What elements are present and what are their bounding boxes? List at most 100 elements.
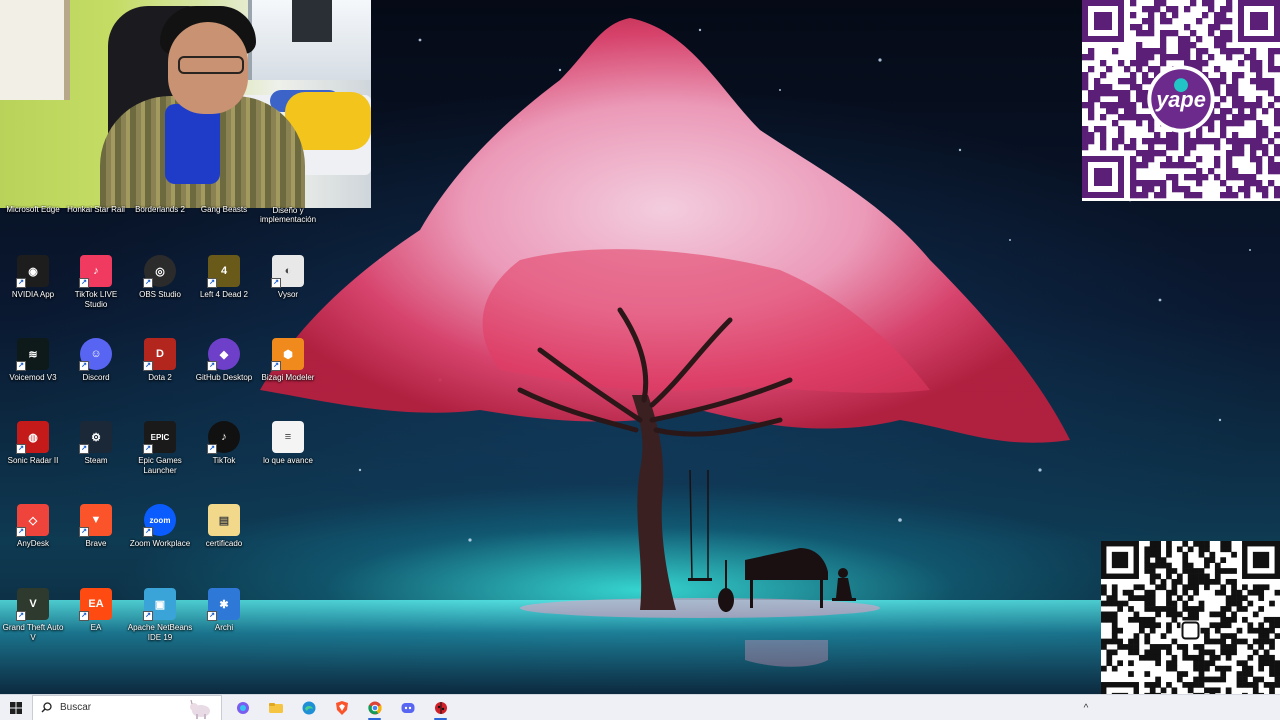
desktop-icon[interactable]: EPIC ↗ Epic Games Launcher [127,421,193,475]
chrome-icon [367,701,382,714]
desktop-icon-label: AnyDesk [16,539,49,548]
desktop: Microsoft Edge Honkai Star Rail Borderla… [0,0,1280,694]
desktop-icon[interactable]: ▤ certificado [191,504,257,549]
desktop-icon-label[interactable]: Diseño y implementación [255,206,321,224]
nvidia-icon: ◉ ↗ [16,255,49,288]
desktop-icon[interactable]: ◆ ↗ GitHub Desktop [191,338,257,383]
shortcut-arrow-icon: ↗ [143,527,153,537]
folder-icon [268,702,283,713]
desktop-icon[interactable]: ◐ ↗ Vysor [255,255,321,300]
ea-icon: EA ↗ [79,588,112,621]
desktop-icon[interactable]: ◎ ↗ OBS Studio [127,255,193,300]
desktop-icon-label: certificado [205,539,243,548]
taskbar-app-other[interactable] [424,695,457,720]
search-placeholder: Buscar [60,702,92,713]
desktop-icon-label: Steam [84,456,108,465]
windows-icon [10,701,22,714]
desktop-icon-label: Epic Games Launcher [138,456,182,475]
desktop-icon[interactable]: 4 ↗ Left 4 Dead 2 [191,255,257,300]
bizagi-icon: ⬢ ↗ [271,338,304,371]
desktop-icon-label[interactable]: Borderlands 2 [127,205,193,214]
desktop-icon[interactable]: ◇ ↗ AnyDesk [0,504,66,549]
voicemod-icon: ≋ ↗ [16,338,49,371]
taskbar-app-edge[interactable] [292,695,325,720]
shortcut-arrow-icon: ↗ [79,444,89,454]
taskbar-apps [226,695,457,720]
ladybug-icon [434,701,447,714]
zoom-icon: zoom ↗ [143,504,176,537]
gta5-icon: V ↗ [16,588,49,621]
taskbar-app-chrome[interactable] [358,695,391,720]
desktop-icon-label: Left 4 Dead 2 [199,290,249,299]
discord-icon [401,702,414,713]
desktop-icon[interactable]: ⚙ ↗ Steam [63,421,129,466]
shortcut-arrow-icon: ↗ [143,611,153,621]
sonic-radar-icon: ◍ ↗ [16,421,49,454]
shortcut-arrow-icon: ↗ [79,611,89,621]
desktop-icon[interactable]: ♪ ↗ TikTok [191,421,257,466]
desktop-icon-label: NVIDIA App [11,290,55,299]
shortcut-arrow-icon: ↗ [16,444,26,454]
desktop-icon[interactable]: D ↗ Dota 2 [127,338,193,383]
webcam-overlay [0,0,371,208]
archi-icon: ✱ ↗ [207,588,240,621]
desktop-icon-label: Apache NetBeans IDE 19 [127,623,193,642]
steam-icon: ⚙ ↗ [79,421,112,454]
desktop-icon[interactable]: ☺ ↗ Discord [63,338,129,383]
discord-icon: ☺ ↗ [79,338,112,371]
shortcut-arrow-icon: ↗ [207,444,217,454]
taskbar: Buscar ^ [0,694,1280,720]
netbeans-icon: ▣ ↗ [143,588,176,621]
desktop-icon[interactable]: ◍ ↗ Sonic Radar II [0,421,66,466]
epic-games-icon: EPIC ↗ [143,421,176,454]
github-desktop-icon: ◆ ↗ [207,338,240,371]
desktop-icon[interactable]: ▣ ↗ Apache NetBeans IDE 19 [127,588,193,642]
desktop-icon-label: Discord [82,373,110,382]
desktop-icon-label: Brave [85,539,107,548]
shortcut-arrow-icon: ↗ [143,278,153,288]
shortcut-arrow-icon: ↗ [271,361,281,371]
desktop-icon-label: Archi [214,623,234,632]
desktop-icon-label: TikTok LIVE Studio [74,290,118,309]
shortcut-arrow-icon: ↗ [16,278,26,288]
certificate-file-icon: ▤ [208,504,240,536]
desktop-icon[interactable]: ▼ ↗ Brave [63,504,129,549]
shortcut-arrow-icon: ↗ [271,278,281,288]
copilot-icon [236,701,249,714]
desktop-icon[interactable]: ◉ ↗ NVIDIA App [0,255,66,300]
taskbar-app-brave[interactable] [325,695,358,720]
taskbar-search-box[interactable]: Buscar [32,694,222,720]
tray-chevron-up-icon[interactable]: ^ [1078,695,1094,720]
desktop-icon[interactable]: ⬢ ↗ Bizagi Modeler [255,338,321,383]
search-icon [41,702,52,713]
taskbar-app-discord[interactable] [391,695,424,720]
desktop-icon[interactable]: V ↗ Grand Theft Auto V [0,588,66,642]
desktop-icon[interactable]: EA ↗ EA [63,588,129,633]
vysor-icon: ◐ ↗ [271,255,304,288]
desktop-icon-label: Sonic Radar II [7,456,59,465]
desktop-icon-label: GitHub Desktop [195,373,253,382]
desktop-icon-label[interactable]: Microsoft Edge [0,205,66,214]
desktop-icon-label: Grand Theft Auto V [2,623,64,642]
desktop-icon-label[interactable]: Honkai Star Rail [63,205,129,214]
shortcut-arrow-icon: ↗ [16,527,26,537]
shortcut-arrow-icon: ↗ [207,611,217,621]
desktop-icon-label[interactable]: Gang Beasts [191,205,257,214]
taskbar-app-copilot[interactable] [226,695,259,720]
shortcut-arrow-icon: ↗ [79,361,89,371]
left4dead-icon: 4 ↗ [207,255,240,288]
desktop-icon[interactable]: ♪ ↗ TikTok LIVE Studio [63,255,129,309]
desktop-icon[interactable]: ✱ ↗ Archi [191,588,257,633]
shortcut-arrow-icon: ↗ [207,361,217,371]
taskbar-app-file-explorer[interactable] [259,695,292,720]
shortcut-arrow-icon: ↗ [143,444,153,454]
desktop-icon[interactable]: zoom ↗ Zoom Workplace [127,504,193,549]
start-button[interactable] [0,695,32,720]
desktop-icon-label: Zoom Workplace [129,539,191,548]
shortcut-arrow-icon: ↗ [16,611,26,621]
desktop-icon[interactable]: ≋ ↗ Voicemod V3 [0,338,66,383]
desktop-icon-label: EA [90,623,102,632]
search-highlight-icon [190,699,210,719]
desktop-icon-label: lo que avance [263,456,313,465]
desktop-icon[interactable]: ≡ lo que avance [255,421,321,466]
